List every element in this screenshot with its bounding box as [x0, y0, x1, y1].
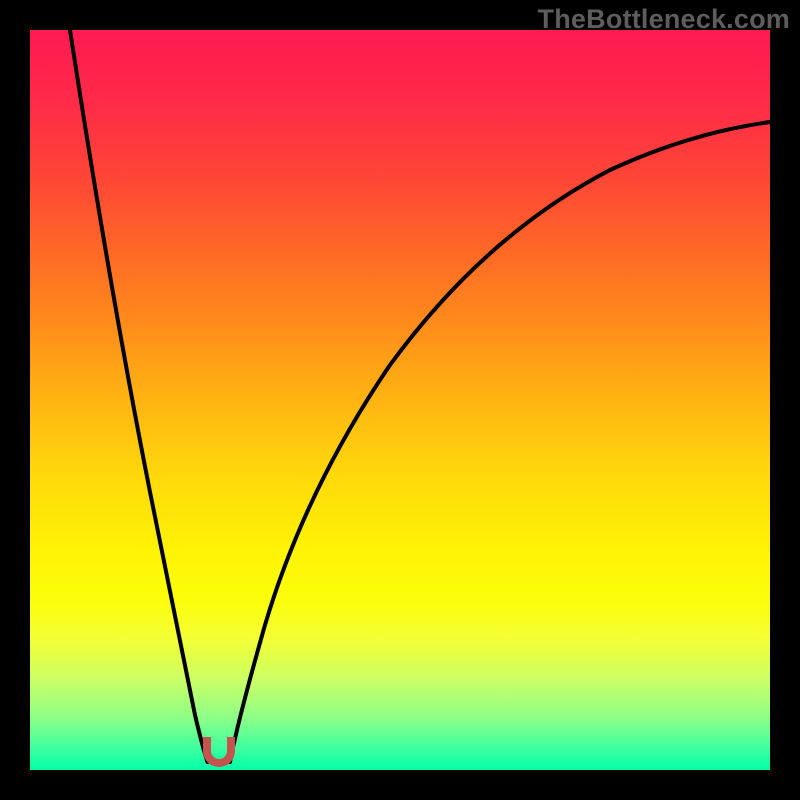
plot-area — [30, 30, 770, 770]
figure-frame: TheBottleneck.com — [0, 0, 800, 800]
bottleneck-curves — [30, 30, 770, 770]
attribution-text: TheBottleneck.com — [538, 4, 790, 35]
right-branch-curve — [230, 122, 770, 762]
left-branch-curve — [70, 30, 208, 762]
